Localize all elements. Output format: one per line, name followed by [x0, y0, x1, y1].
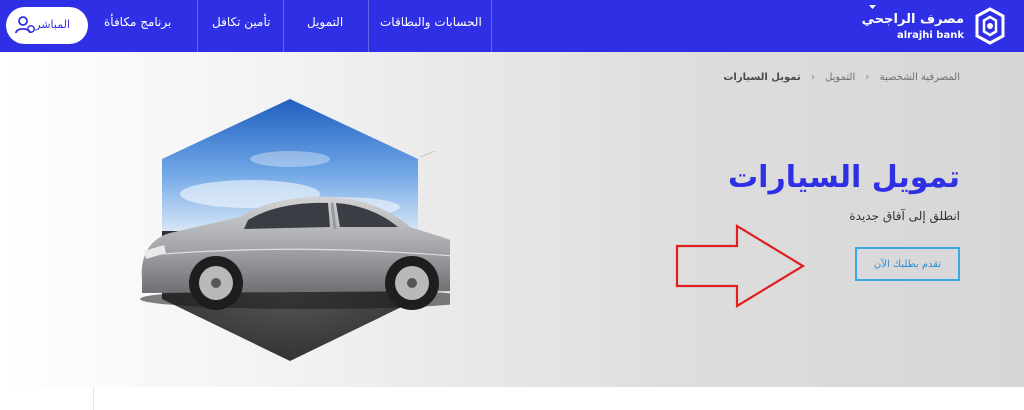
breadcrumb-separator: ‹ [810, 72, 815, 83]
page-footer-area [0, 387, 1024, 410]
alrajhi-mark-icon [975, 7, 1005, 45]
logo-english-text: alrajhi bank [897, 30, 964, 41]
user-chat-icon [15, 16, 35, 34]
nav-mokafaa-program[interactable]: برنامج مكافأة [104, 15, 171, 29]
red-arrow-icon [675, 224, 806, 308]
alrajhi-logo[interactable]: مصرف الراجحي alrajhi bank [862, 6, 1016, 46]
apply-now-button[interactable]: تقدم بطلبك الآن [855, 247, 960, 281]
page-title: تمويل السيارات [728, 160, 960, 195]
nav-takaful-insurance[interactable]: تأمين تكافل [212, 15, 270, 29]
nav-accounts-cards[interactable]: الحسابات والبطاقات [380, 15, 482, 29]
live-button[interactable]: المباشر [6, 7, 88, 44]
language-caret-icon[interactable] [869, 5, 876, 9]
nav-divider [491, 0, 492, 52]
breadcrumb-item-personal-banking[interactable]: المصرفية الشخصية [880, 72, 960, 83]
nav-divider [197, 0, 198, 52]
live-button-label: المباشر [35, 18, 70, 31]
nav-divider [283, 0, 284, 52]
footer-divider [93, 387, 94, 410]
nav-financing[interactable]: التمويل [307, 15, 343, 29]
logo-arabic-text: مصرف الراجحي [861, 12, 964, 27]
breadcrumb: المصرفية الشخصية ‹ التمويل ‹ تمويل السيا… [723, 72, 960, 83]
car-hero-image [140, 99, 450, 361]
nav-divider [368, 0, 369, 52]
breadcrumb-item-financing[interactable]: التمويل [825, 72, 855, 83]
page-subtitle: انطلق إلى آفاق جديدة [849, 209, 960, 223]
top-navbar: مصرف الراجحي alrajhi bank الحسابات والبط… [0, 0, 1024, 52]
hero-banner: المصرفية الشخصية ‹ التمويل ‹ تمويل السيا… [0, 52, 1024, 387]
breadcrumb-item-current: تمويل السيارات [723, 72, 801, 83]
breadcrumb-separator: ‹ [865, 72, 870, 83]
